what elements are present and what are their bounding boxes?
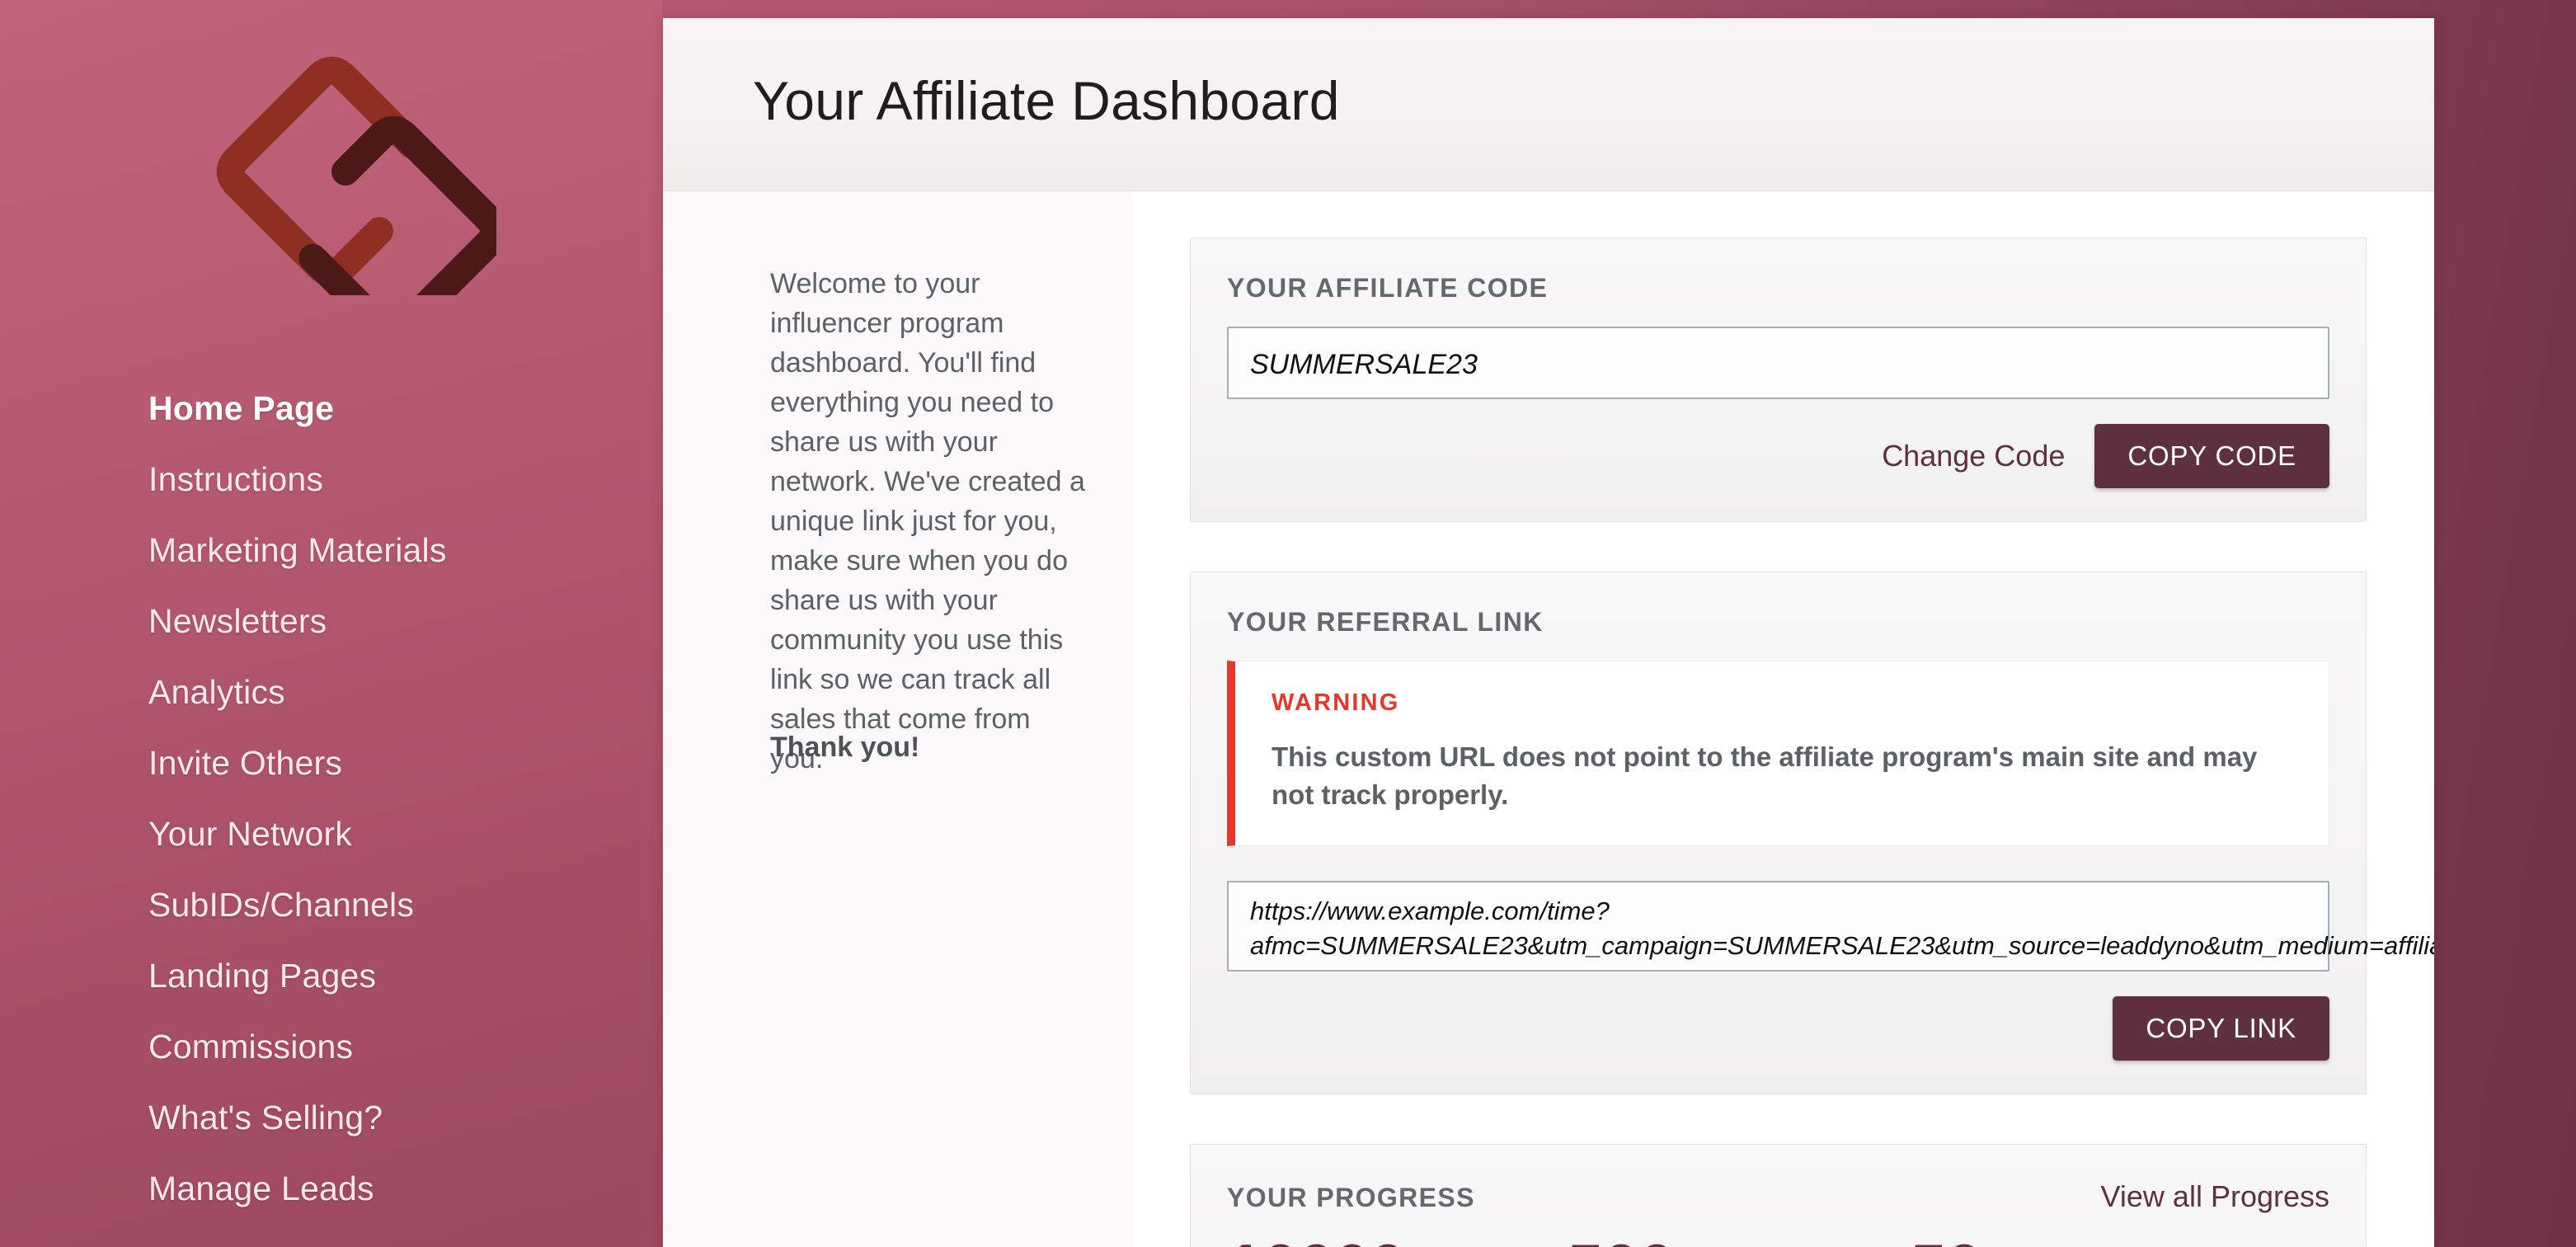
sidebar-item-newsletters[interactable]: Newsletters <box>0 586 662 656</box>
sidebar-item-your-network[interactable]: Your Network <box>0 798 662 869</box>
stat-signups-label: Friends have signed up with us <box>1685 1232 1874 1247</box>
page-title: Your Affiliate Dashboard <box>753 70 1340 131</box>
sidebar-item-landing-pages[interactable]: Landing Pages <box>0 940 662 1011</box>
sidebar-item-subids-channels[interactable]: SubIDs/Channels <box>0 869 662 940</box>
stat-visits-label: Friends have visited us <box>1416 1232 1531 1247</box>
change-code-link[interactable]: Change Code <box>1882 439 2065 473</box>
warning-label: WARNING <box>1272 689 1400 716</box>
referral-link-input[interactable]: https://www.example.com/time?afmc=SUMMER… <box>1227 881 2434 972</box>
affiliate-code-panel: YOUR AFFILIATE CODE SUMMERSALE23 Change … <box>1190 238 2367 522</box>
referral-link-value: https://www.example.com/time?afmc=SUMMER… <box>1250 896 2434 960</box>
affiliate-code-title: YOUR AFFILIATE CODE <box>1227 273 1549 303</box>
stat-signups: 500 Friends have signed up with us <box>1568 1232 1874 1247</box>
sidebar-item-whats-selling[interactable]: What's Selling? <box>0 1082 662 1153</box>
sidebar-item-commissions[interactable]: Commissions <box>0 1011 662 1082</box>
stat-signups-number: 500 <box>1568 1232 1675 1247</box>
content-card: Your Affiliate Dashboard Welcome to your… <box>663 18 2434 1247</box>
progress-stats: 10000 Friends have visited us 500 Friend… <box>1227 1232 2329 1247</box>
warning-message: This custom URL does not point to the af… <box>1272 741 2258 810</box>
referral-link-title: YOUR REFERRAL LINK <box>1227 607 1544 637</box>
page-body: Welcome to your influencer program dashb… <box>663 191 2434 1247</box>
sidebar-item-home-page[interactable]: Home Page <box>0 373 662 444</box>
stat-visits: 10000 Friends have visited us <box>1227 1232 1531 1247</box>
stat-visits-number: 10000 <box>1227 1232 1406 1247</box>
welcome-message: Welcome to your influencer program dashb… <box>770 268 1085 774</box>
affiliate-code-actions: Change Code COPY CODE <box>1227 424 2329 488</box>
sidebar-item-manage-leads[interactable]: Manage Leads <box>0 1153 662 1224</box>
sidebar-item-analytics[interactable]: Analytics <box>0 656 662 727</box>
interlocking-diamonds-logo-icon <box>216 56 496 295</box>
copy-link-button[interactable]: COPY LINK <box>2113 996 2329 1061</box>
welcome-thanks: Thank you! <box>770 732 920 763</box>
sidebar-item-instructions[interactable]: Instructions <box>0 444 662 515</box>
copy-code-button[interactable]: COPY CODE <box>2094 424 2329 488</box>
sidebar: Home Page Instructions Marketing Materia… <box>0 0 662 1247</box>
warning-alert: WARNING This custom URL does not point t… <box>1227 661 2329 846</box>
progress-panel: YOUR PROGRESS View all Progress 10000 Fr… <box>1190 1144 2367 1247</box>
stat-purchases-number: 50 <box>1911 1232 1982 1247</box>
sidebar-item-marketing-materials[interactable]: Marketing Materials <box>0 515 662 586</box>
panels-column: YOUR AFFILIATE CODE SUMMERSALE23 Change … <box>1132 191 2434 1247</box>
stat-purchases-label: Purchases have been made by friends <box>1992 1232 2178 1247</box>
welcome-column: Welcome to your influencer program dashb… <box>663 191 1132 1247</box>
stat-purchases: 50 Purchases have been made by friends <box>1911 1232 2178 1247</box>
referral-link-actions: COPY LINK <box>1227 996 2329 1061</box>
affiliate-code-input[interactable]: SUMMERSALE23 <box>1227 327 2329 399</box>
sidebar-item-invite-others[interactable]: Invite Others <box>0 727 662 798</box>
progress-title: YOUR PROGRESS <box>1227 1183 1475 1212</box>
referral-link-panel: YOUR REFERRAL LINK WARNING This custom U… <box>1190 572 2434 1094</box>
view-all-progress-link[interactable]: View all Progress <box>2101 1179 2329 1214</box>
sidebar-nav: Home Page Instructions Marketing Materia… <box>0 373 662 1224</box>
page-header: Your Affiliate Dashboard <box>663 18 2434 191</box>
progress-header: YOUR PROGRESS View all Progress <box>1227 1179 2329 1214</box>
brand-logo[interactable] <box>0 48 662 299</box>
